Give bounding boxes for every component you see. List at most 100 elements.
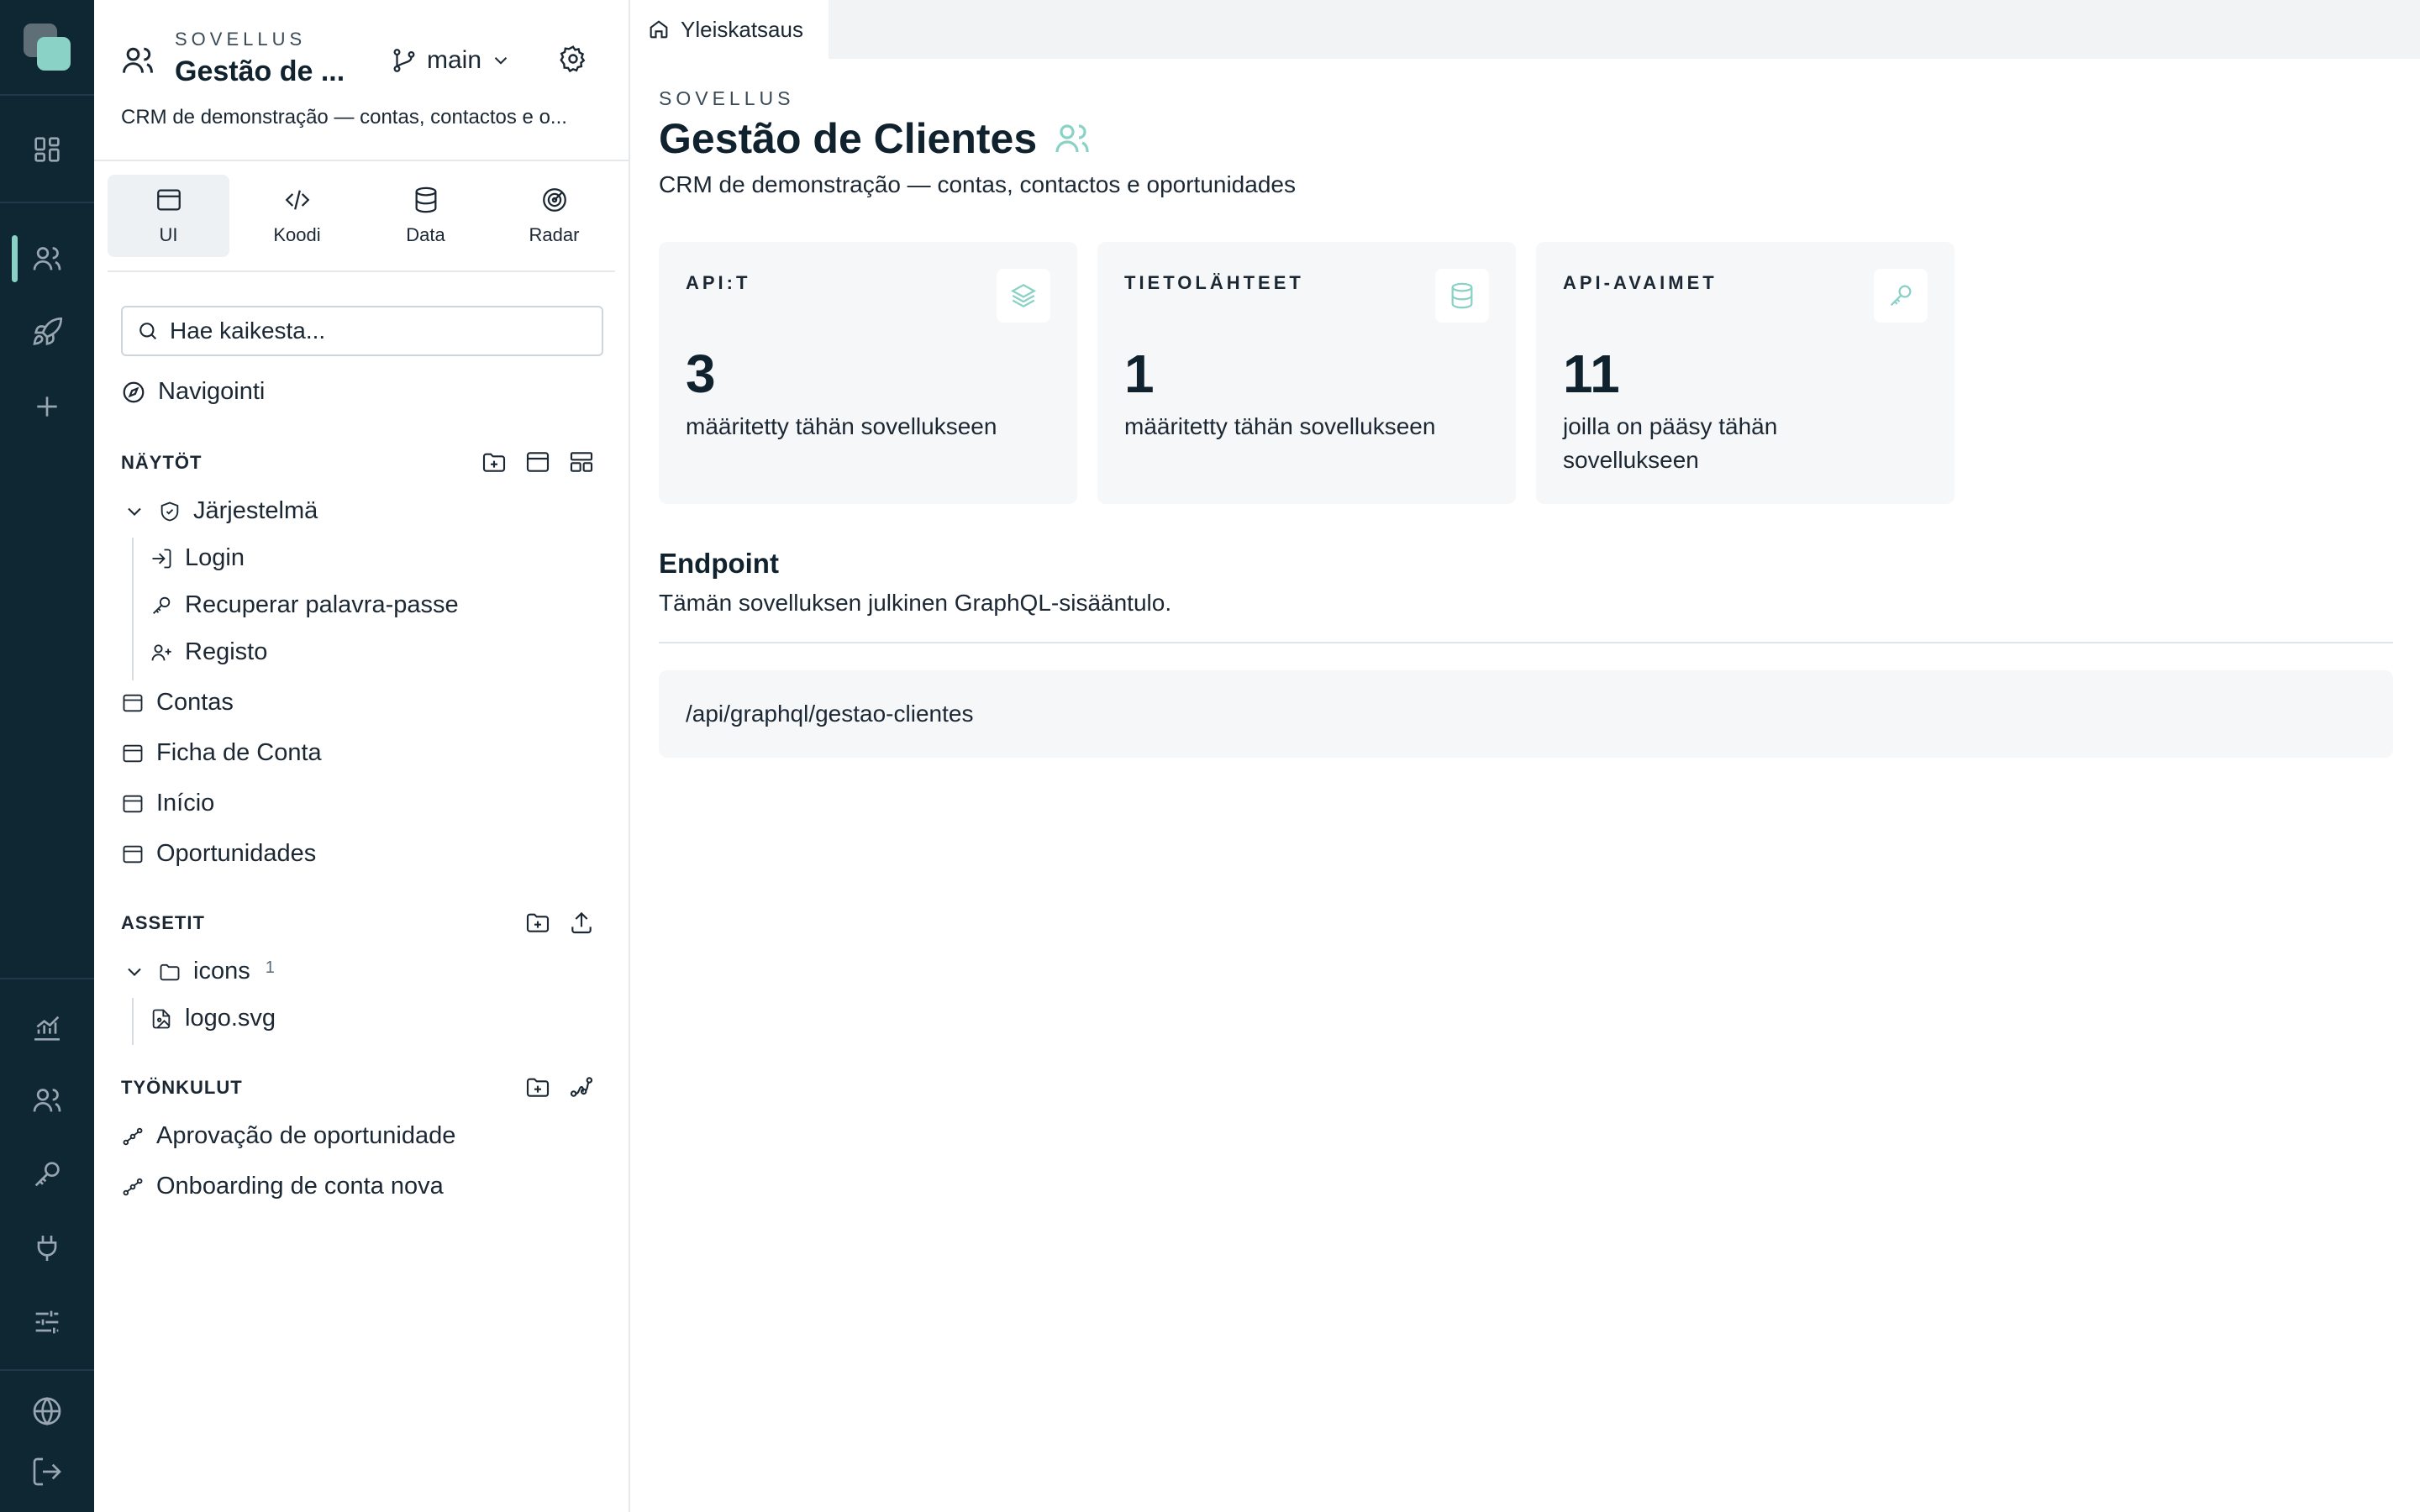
- rail-divider: [0, 1369, 94, 1371]
- page-title-row: Gestão de Clientes: [659, 114, 1092, 163]
- upload-icon[interactable]: [568, 909, 595, 936]
- tree-item-login[interactable]: Login: [150, 544, 245, 572]
- shield-check-icon: [160, 501, 179, 521]
- database-icon: [415, 186, 436, 213]
- tab-label: Data: [406, 224, 445, 245]
- window-icon: [123, 694, 143, 711]
- logo[interactable]: [24, 24, 71, 71]
- asset-file-logo[interactable]: logo.svg: [150, 1005, 276, 1032]
- rocket-icon[interactable]: [30, 316, 64, 349]
- workflow-item-onboarding[interactable]: Onboarding de conta nova: [121, 1173, 444, 1200]
- rail-divider: [0, 94, 94, 96]
- tab-ui[interactable]: UI: [108, 175, 229, 257]
- login-icon: [152, 549, 171, 568]
- workflow-item-approval[interactable]: Aprovação de oportunidade: [121, 1122, 455, 1150]
- divider: [108, 270, 615, 272]
- stat-card-datasources: TIETOLÄHTEET 1 määritetty tähän sovelluk…: [1097, 242, 1516, 504]
- stat-label: API:T: [686, 272, 751, 293]
- stat-label: API-AVAIMET: [1563, 272, 1718, 293]
- workflow-icon: [123, 1178, 143, 1195]
- key-icon[interactable]: [30, 1158, 64, 1191]
- view-tabs: UI Koodi Data Radar: [108, 175, 615, 257]
- folder-plus-icon[interactable]: [481, 449, 508, 475]
- rail-active-indicator: [12, 235, 18, 282]
- screens-actions: [481, 449, 595, 475]
- app-title: Gestão de ...: [175, 55, 345, 87]
- window-icon: [156, 189, 181, 211]
- section-title-workflows: TYÖNKULUT: [121, 1077, 243, 1098]
- code-icon: [285, 190, 309, 210]
- stat-value: 1: [1124, 344, 1155, 404]
- section-title-screens: NÄYTÖT: [121, 452, 203, 473]
- workflow-icon: [123, 1127, 143, 1145]
- asset-folder-icons[interactable]: icons 1: [123, 958, 275, 985]
- chevron-down-icon: [494, 57, 508, 65]
- branch-label: main: [427, 46, 482, 74]
- screen-item-inicio[interactable]: Início: [121, 790, 214, 817]
- page-title: Gestão de Clientes: [659, 115, 1038, 162]
- search-icon: [139, 323, 157, 340]
- navigation-link[interactable]: Navigointi: [121, 378, 265, 406]
- workflow-icon[interactable]: [568, 1074, 595, 1100]
- stat-card-api-keys: API-AVAIMET 11 joilla on pääsy tähän sov…: [1536, 242, 1954, 504]
- stat-caption: määritetty tähän sovellukseen: [1124, 413, 1436, 439]
- endpoint-title: Endpoint: [659, 548, 779, 579]
- plug-icon[interactable]: [30, 1231, 64, 1265]
- sliders-icon[interactable]: [30, 1305, 64, 1339]
- chevron-down-icon: [128, 968, 141, 976]
- analytics-icon[interactable]: [30, 1011, 64, 1045]
- logout-icon[interactable]: [30, 1455, 64, 1488]
- gear-icon[interactable]: [558, 44, 588, 74]
- tree-item-recover-password[interactable]: Recuperar palavra-passe: [150, 591, 459, 619]
- workflows-actions: [524, 1074, 595, 1100]
- tab-data[interactable]: Data: [365, 175, 487, 257]
- database-icon: [1435, 269, 1489, 323]
- user-plus-icon: [151, 643, 171, 660]
- tab-label: UI: [159, 224, 178, 245]
- workflow-item-label: Onboarding de conta nova: [156, 1173, 444, 1200]
- folder-plus-icon[interactable]: [524, 1074, 551, 1100]
- rail-divider: [0, 978, 94, 979]
- tab-overview[interactable]: Yleiskatsaus: [632, 0, 829, 59]
- search-field[interactable]: [121, 306, 603, 356]
- endpoint-path[interactable]: /api/graphql/gestao-clientes: [659, 670, 2393, 758]
- tree-item-register[interactable]: Registo: [150, 638, 267, 666]
- compass-icon: [123, 381, 145, 402]
- stat-value: 3: [686, 344, 716, 404]
- new-screen-icon[interactable]: [524, 449, 551, 475]
- team-icon[interactable]: [30, 1084, 64, 1117]
- plus-icon[interactable]: [30, 390, 64, 423]
- screen-item-oportunidades[interactable]: Oportunidades: [121, 840, 316, 868]
- chevron-down-icon: [128, 507, 141, 516]
- asset-folder-label: icons: [193, 958, 250, 984]
- folder-plus-icon[interactable]: [524, 909, 551, 936]
- stat-card-apis: API:T 3 määritetty tähän sovellukseen: [659, 242, 1077, 504]
- search-input[interactable]: [170, 318, 590, 344]
- tab-radar[interactable]: Radar: [493, 175, 615, 257]
- layout-icon[interactable]: [568, 449, 595, 475]
- window-icon: [123, 795, 143, 812]
- page-kicker: SOVELLUS: [659, 87, 795, 109]
- image-file-icon: [152, 1009, 171, 1028]
- globe-icon[interactable]: [30, 1394, 64, 1428]
- users-icon: [1055, 124, 1089, 153]
- users-icon: [119, 42, 156, 79]
- layers-icon: [997, 269, 1050, 323]
- screen-item-label: Início: [156, 790, 215, 816]
- radar-icon: [542, 188, 566, 212]
- sidebar-panel: SOVELLUS Gestão de ... main CRM de demon…: [94, 0, 630, 1512]
- screen-item-ficha-de-conta[interactable]: Ficha de Conta: [121, 739, 322, 767]
- screen-item-contas[interactable]: Contas: [121, 689, 234, 717]
- screen-item-label: Oportunidades: [156, 840, 317, 867]
- workflow-item-label: Aprovação de oportunidade: [156, 1122, 456, 1149]
- branch-selector[interactable]: main: [390, 44, 512, 77]
- tree-group-system[interactable]: Järjestelmä: [123, 497, 318, 525]
- tree-item-label: Login: [185, 544, 245, 571]
- window-icon: [123, 744, 143, 762]
- tab-code[interactable]: Koodi: [236, 175, 358, 257]
- app-kicker: SOVELLUS: [175, 29, 307, 50]
- dashboard-icon[interactable]: [30, 133, 64, 166]
- key-icon: [1874, 269, 1928, 323]
- window-icon: [123, 845, 143, 863]
- users-icon[interactable]: [30, 242, 64, 276]
